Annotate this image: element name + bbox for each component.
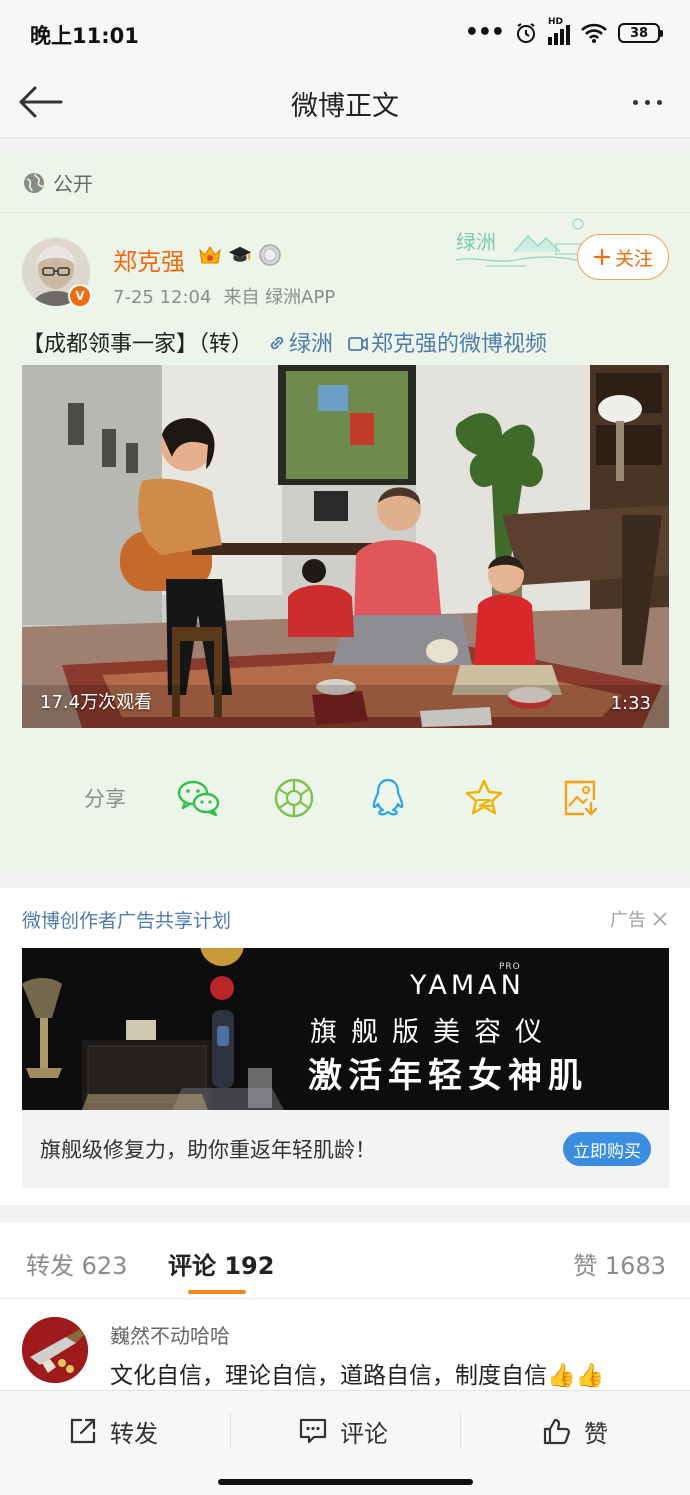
share-label: 分享 bbox=[84, 787, 126, 811]
battery-icon: 38 bbox=[618, 23, 663, 43]
plus-icon bbox=[593, 248, 611, 266]
globe-icon bbox=[24, 172, 44, 193]
video-player[interactable]: 17.4万次观看 1:33 bbox=[22, 365, 669, 728]
status-time: 晚上11:01 bbox=[30, 24, 139, 48]
divider bbox=[0, 212, 690, 213]
crown-icon[interactable] bbox=[198, 243, 222, 267]
wifi-icon bbox=[581, 23, 607, 43]
hd-label: HD bbox=[548, 17, 564, 27]
more-dot bbox=[644, 99, 650, 105]
link-icon bbox=[270, 336, 284, 350]
more-dots-icon: ••• bbox=[464, 20, 505, 45]
video-link[interactable]: 郑克强的微博视频 bbox=[347, 332, 547, 357]
comment-button[interactable]: 评论 bbox=[298, 1411, 388, 1451]
page-title: 微博正文 bbox=[291, 91, 399, 122]
share-wechat-button[interactable] bbox=[177, 776, 221, 820]
signal-icon: HD bbox=[548, 17, 570, 45]
comment-text: 文化自信，理论自信，道路自信，制度自信👍👍 bbox=[110, 1363, 605, 1389]
visibility-label: 公开 bbox=[53, 172, 93, 196]
follow-button[interactable]: 关注 bbox=[577, 234, 669, 280]
post-source[interactable]: 来自 绿洲APP bbox=[223, 287, 335, 308]
battery-level: 38 bbox=[629, 25, 649, 41]
ad-tag[interactable]: 广告 bbox=[610, 906, 668, 932]
active-tab-indicator bbox=[188, 1290, 246, 1294]
verified-badge: V bbox=[68, 284, 92, 308]
comment-avatar-image bbox=[22, 1317, 88, 1383]
oasis-link-label: 绿洲 bbox=[289, 332, 334, 357]
ad-headline: 旗舰版美容仪 bbox=[310, 1017, 556, 1048]
post-meta: 7-25 12:04 来自 绿洲APP bbox=[113, 283, 347, 309]
post-time: 7-25 12:04 bbox=[113, 287, 212, 308]
wechat-icon bbox=[177, 780, 220, 817]
repost-button[interactable]: 转发 bbox=[68, 1411, 158, 1451]
save-image-icon bbox=[564, 780, 598, 816]
visibility-indicator: 公开 bbox=[22, 168, 93, 197]
video-thumbnail-image bbox=[22, 365, 669, 728]
alarm-icon bbox=[517, 23, 535, 43]
comment-username[interactable]: 巍然不动哈哈 bbox=[110, 1320, 230, 1349]
medal-icon[interactable] bbox=[258, 243, 282, 267]
post-body: 【成都领事一家】（转） bbox=[22, 332, 254, 357]
nav-bar: 微博正文 bbox=[0, 66, 690, 138]
ad-description: 旗舰级修复力，助你重返年轻肌龄！ bbox=[40, 1138, 376, 1162]
ad-card[interactable]: 微博创作者广告共享计划 广告 YAMAN PRO 旗舰版美容仪 激活年轻女神肌 … bbox=[0, 888, 690, 1205]
divider bbox=[460, 1413, 461, 1449]
tab-like[interactable]: 赞 1683 bbox=[573, 1246, 666, 1281]
buy-now-button[interactable]: 立即购买 bbox=[563, 1132, 651, 1166]
qzone-icon bbox=[465, 779, 503, 815]
post-text: 【成都领事一家】（转） 绿洲 郑克强的微博视频 bbox=[22, 326, 547, 358]
close-icon[interactable] bbox=[652, 911, 668, 927]
divider bbox=[230, 1413, 231, 1449]
share-qzone-button[interactable] bbox=[462, 776, 506, 820]
ad-brand-sup: PRO bbox=[499, 962, 521, 972]
tab-repost[interactable]: 转发 623 bbox=[26, 1246, 127, 1281]
share-qq-button[interactable] bbox=[366, 776, 410, 820]
ad-tag-label: 广告 bbox=[610, 910, 646, 931]
follow-label: 关注 bbox=[614, 247, 653, 270]
graduation-cap-icon[interactable] bbox=[228, 243, 252, 267]
comment-avatar[interactable] bbox=[22, 1317, 88, 1383]
interaction-section: 转发 623 评论 192 赞 1683 巍然不动哈哈 文化自信，理论自信，道路… bbox=[0, 1222, 690, 1390]
username[interactable]: 郑克强 bbox=[113, 242, 185, 277]
moments-icon bbox=[274, 778, 314, 818]
user-badges bbox=[198, 243, 282, 267]
more-dot bbox=[632, 99, 638, 105]
comment-icon bbox=[299, 1418, 327, 1444]
video-view-count: 17.4万次观看 bbox=[40, 692, 153, 713]
thumbs-up-icon bbox=[543, 1418, 571, 1445]
bottom-action-bar: 转发 评论 赞 bbox=[0, 1390, 690, 1495]
video-duration: 1:33 bbox=[610, 693, 651, 714]
repost-icon bbox=[70, 1418, 96, 1444]
repost-label: 转发 bbox=[110, 1419, 158, 1448]
divider bbox=[0, 1298, 690, 1299]
share-moments-button[interactable] bbox=[272, 776, 316, 820]
like-label: 赞 bbox=[584, 1419, 608, 1448]
tab-comment[interactable]: 评论 192 bbox=[168, 1246, 274, 1281]
status-icons: ••• HD 38 bbox=[464, 17, 663, 46]
oasis-link[interactable]: 绿洲 bbox=[267, 332, 333, 357]
ad-brand: YAMAN bbox=[410, 970, 525, 1001]
post-card: 公开 V 郑克强 7-25 12:04 来自 绿洲APP 绿洲 关注 【成都领事… bbox=[0, 150, 690, 872]
ad-subheadline: 激活年轻女神肌 bbox=[308, 1056, 588, 1096]
video-icon bbox=[348, 337, 368, 351]
like-button[interactable]: 赞 bbox=[542, 1411, 608, 1451]
share-row: 分享 bbox=[0, 772, 690, 824]
more-dot bbox=[656, 99, 662, 105]
status-bar: 晚上11:01 ••• HD 38 bbox=[0, 0, 690, 66]
comment-label: 评论 bbox=[340, 1419, 388, 1448]
qq-icon bbox=[372, 778, 404, 816]
video-link-label: 郑克强的微博视频 bbox=[371, 332, 548, 357]
save-image-button[interactable] bbox=[558, 776, 602, 820]
ad-footer[interactable]: 旗舰级修复力，助你重返年轻肌龄！ 立即购买 bbox=[22, 1110, 669, 1188]
more-button[interactable] bbox=[622, 78, 672, 126]
home-indicator[interactable] bbox=[218, 1479, 473, 1485]
ad-program-title[interactable]: 微博创作者广告共享计划 bbox=[22, 906, 231, 933]
ad-banner[interactable]: YAMAN PRO 旗舰版美容仪 激活年轻女神肌 bbox=[22, 948, 669, 1110]
